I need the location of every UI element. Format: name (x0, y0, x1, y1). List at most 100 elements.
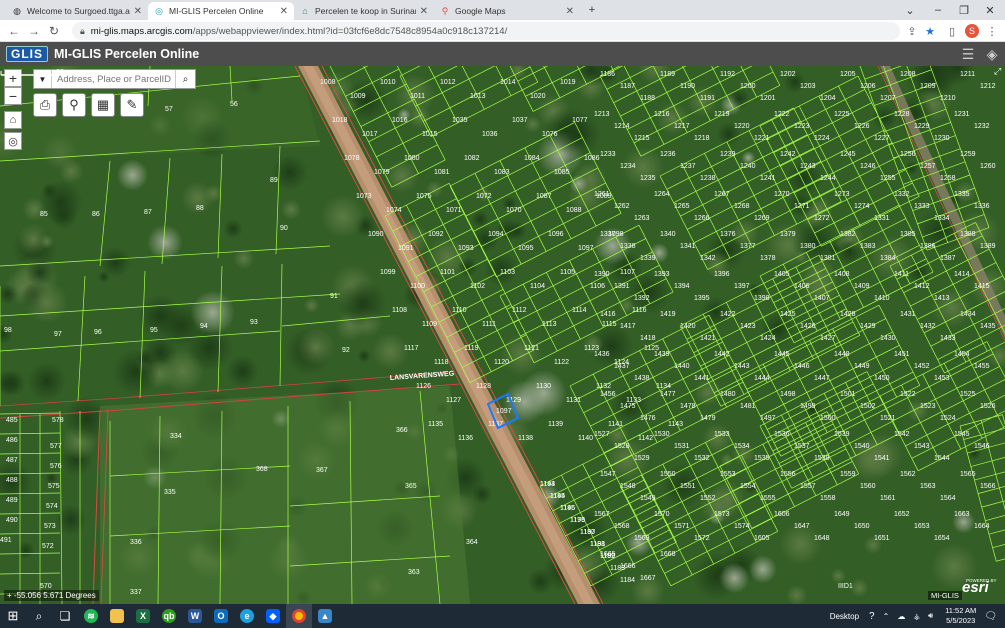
parcel-label[interactable]: 1397 (734, 283, 750, 290)
parcel-label[interactable]: 1218 (694, 135, 710, 142)
parcel-label[interactable]: 1274 (854, 203, 870, 210)
parcel-label[interactable]: 1096 (548, 231, 564, 238)
parcel-label[interactable]: 1121 (524, 345, 539, 352)
parcel-label[interactable]: 1559 (840, 471, 856, 478)
parcel-label[interactable]: 1436 (594, 351, 610, 358)
parcel-label[interactable]: 1553 (720, 471, 736, 478)
parcel-label[interactable]: 489 (6, 497, 18, 504)
parcel-label[interactable]: 1535 (754, 455, 770, 462)
search-button[interactable]: ⌕ (175, 70, 195, 88)
parcel-label[interactable]: 1447 (814, 375, 830, 382)
parcel-label[interactable]: 1605 (754, 535, 770, 542)
parcel-label[interactable]: 1388 (960, 231, 976, 238)
parcel-label[interactable]: 1439 (654, 351, 670, 358)
parcel-label[interactable]: 1080 (404, 155, 420, 162)
zoom-out-button[interactable]: − (4, 87, 22, 105)
parcel-label[interactable]: 1379 (780, 231, 796, 238)
parcel-label[interactable]: 570 (40, 583, 52, 590)
parcel-label[interactable]: 1387 (940, 255, 956, 262)
parcel-label[interactable]: 1228 (894, 111, 910, 118)
parcel-label[interactable]: 1475 (620, 403, 636, 410)
parcel-label[interactable]: 1666 (620, 563, 636, 570)
parcel-label[interactable]: 86 (92, 211, 100, 218)
dropbox-button[interactable]: ◆ (260, 604, 286, 628)
desktop-toolbar[interactable]: Desktop (830, 612, 859, 621)
parcel-label[interactable]: 1340 (660, 231, 676, 238)
draw-button[interactable]: ✎ (120, 93, 144, 117)
parcel-label[interactable]: 1245 (840, 151, 856, 158)
parcel-label[interactable]: 491 (0, 537, 12, 544)
parcel-label[interactable]: 1198 (590, 541, 605, 548)
notifications-icon[interactable]: 🗨︎ (984, 611, 997, 622)
restore-button[interactable]: ❐ (952, 2, 976, 18)
new-tab-button[interactable]: + (580, 2, 604, 18)
parcel-label[interactable]: 1015 (422, 131, 438, 138)
parcel-label[interactable]: 1341 (680, 243, 696, 250)
parcel-label[interactable]: 1103 (500, 269, 515, 276)
parcel-label[interactable]: 1334 (934, 215, 950, 222)
parcel-label[interactable]: 1092 (428, 231, 444, 238)
parcel-label[interactable]: 1268 (734, 203, 750, 210)
parcel-label[interactable]: 1117 (404, 345, 419, 352)
parcel-label[interactable]: 1380 (800, 243, 816, 250)
parcel-label[interactable]: 486 (6, 437, 18, 444)
parcel-label[interactable]: 1522 (900, 391, 916, 398)
parcel-label[interactable]: 98 (4, 327, 12, 334)
parcel-label[interactable]: 1256 (900, 151, 916, 158)
parcel-label[interactable]: 1037 (512, 117, 528, 124)
parcel-label[interactable]: 1076 (542, 131, 558, 138)
parcel-label[interactable]: 1114 (572, 307, 587, 314)
parcel-label[interactable]: 92 (342, 347, 350, 354)
parcel-label[interactable]: 1197 (580, 529, 595, 536)
parcel-label[interactable]: 1338 (620, 243, 636, 250)
parcel-label[interactable]: 1444 (754, 375, 770, 382)
url-field[interactable]: 🔒︎ mi-glis.maps.arcgis.com/apps/webappvi… (72, 22, 900, 40)
parcel-label[interactable]: 1534 (734, 443, 750, 450)
parcel-label[interactable]: 1016 (392, 117, 408, 124)
parcel-label[interactable]: 1526 (980, 403, 996, 410)
parcel-label[interactable]: 1649 (834, 511, 850, 518)
parcel-label[interactable]: 1497 (760, 415, 776, 422)
word-button[interactable]: W (182, 604, 208, 628)
parcel-label[interactable]: 1565 (960, 471, 976, 478)
parcel-label[interactable]: 334 (170, 433, 182, 440)
parcel-label[interactable]: 1336 (974, 203, 990, 210)
parcel-label[interactable]: 364 (466, 539, 478, 546)
parcel-label[interactable]: 1381 (820, 255, 836, 262)
parcel-label[interactable]: 1216 (654, 111, 670, 118)
parcel-label[interactable]: 1093 (458, 245, 474, 252)
parcel-label[interactable]: 1265 (674, 203, 690, 210)
parcel-label[interactable]: 1331 (874, 215, 890, 222)
parcel-label[interactable]: 1549 (640, 495, 656, 502)
parcel-label[interactable]: 91 (330, 293, 338, 300)
parcel-label[interactable]: 1009 (350, 93, 366, 100)
parcel-label[interactable]: 1424 (760, 335, 776, 342)
parcel-label[interactable]: 1499 (800, 403, 816, 410)
parcel-label[interactable]: 1531 (674, 443, 690, 450)
parcel-label[interactable]: 1568 (614, 523, 630, 530)
parcel-label[interactable]: 1456 (600, 391, 616, 398)
parcel-label[interactable]: 1224 (814, 135, 830, 142)
parcel-label[interactable]: 1127 (446, 397, 461, 404)
parcel-label[interactable]: 1376 (720, 231, 736, 238)
search-taskbar-button[interactable]: ⌕ (26, 604, 52, 628)
parcel-label[interactable]: 1572 (694, 535, 710, 542)
parcel-label[interactable]: 1523 (920, 403, 936, 410)
parcel-label[interactable]: 1416 (600, 311, 616, 318)
parcel-label[interactable]: 1035 (452, 117, 468, 124)
parcel-label[interactable]: 1070 (506, 207, 522, 214)
parcel-label[interactable]: 1431 (900, 311, 916, 318)
parcel-label[interactable]: 1536 (774, 431, 790, 438)
parcel-label[interactable]: 1452 (914, 363, 930, 370)
parcel-label[interactable]: 1453 (934, 375, 950, 382)
parcel-label[interactable]: 574 (46, 503, 58, 510)
parcel-label[interactable]: 1434 (960, 311, 976, 318)
parcel-label[interactable]: 366 (396, 427, 408, 434)
parcel-label[interactable]: 1193 (540, 481, 555, 488)
parcel-label[interactable]: 1569 (634, 535, 650, 542)
parcel-label[interactable]: 1241 (760, 175, 776, 182)
parcel-label[interactable]: 1478 (680, 403, 696, 410)
parcel-label[interactable]: 1548 (620, 483, 636, 490)
parcel-label[interactable]: 1104 (530, 283, 545, 290)
parcel-label[interactable]: 1213 (594, 111, 610, 118)
